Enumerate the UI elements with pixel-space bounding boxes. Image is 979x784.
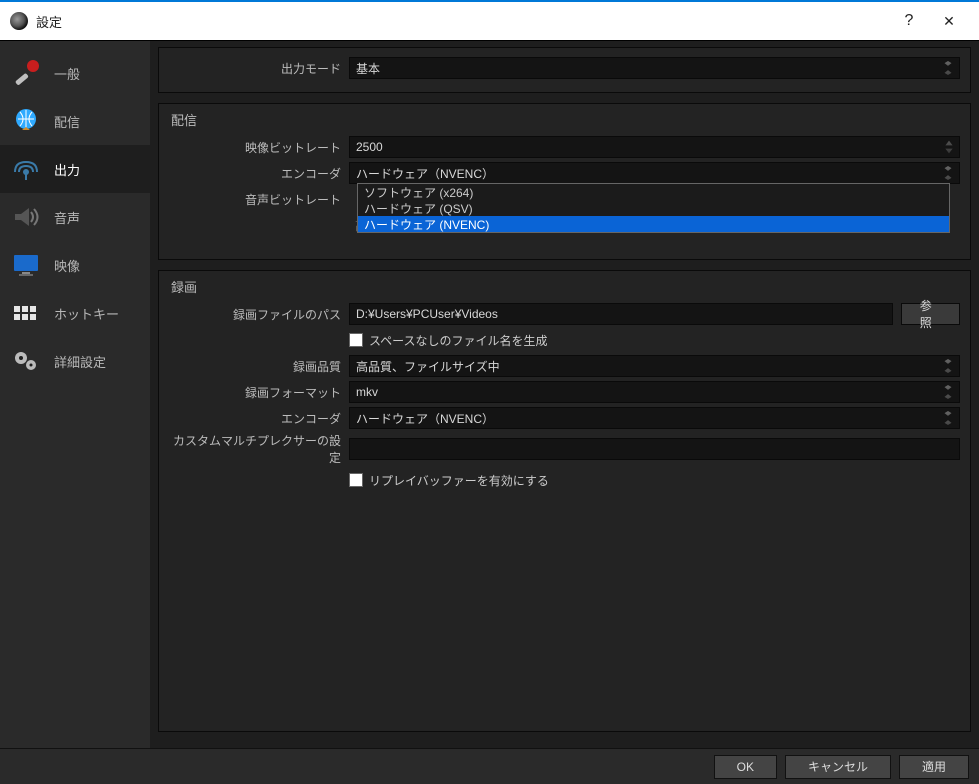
recording-format-label: 録画フォーマット	[169, 384, 349, 401]
recording-encoder-label: エンコーダ	[169, 410, 349, 427]
speaker-icon	[8, 199, 44, 235]
streaming-section-title: 配信	[169, 110, 960, 129]
replay-buffer-checkbox[interactable]	[349, 473, 363, 487]
video-bitrate-input[interactable]: 2500	[349, 136, 960, 158]
cancel-button[interactable]: キャンセル	[785, 755, 891, 779]
settings-content: 出力モード 基本 配信 映像ビットレート 2500 エンコーダ	[150, 41, 979, 748]
monitor-icon	[8, 247, 44, 283]
help-button[interactable]: ?	[889, 6, 929, 36]
recording-path-label: 録画ファイルのパス	[169, 306, 349, 323]
recording-path-input[interactable]: D:¥Users¥PCUser¥Videos	[349, 303, 893, 325]
sidebar-item-general[interactable]: 一般	[0, 49, 150, 97]
sidebar-item-video[interactable]: 映像	[0, 241, 150, 289]
recording-encoder-select[interactable]: ハードウェア（NVENC）	[349, 407, 960, 429]
gears-icon	[8, 343, 44, 379]
output-mode-label: 出力モード	[169, 60, 349, 77]
settings-window: 設定 ? ✕ 一般 配信 出力	[0, 0, 979, 784]
browse-button[interactable]: 参照	[901, 303, 960, 325]
output-mode-select[interactable]: 基本	[349, 57, 960, 79]
sidebar-item-stream[interactable]: 配信	[0, 97, 150, 145]
titlebar: 設定 ? ✕	[0, 2, 979, 40]
stream-encoder-dropdown: ソフトウェア (x264) ハードウェア (QSV) ハードウェア (NVENC…	[357, 183, 950, 233]
replay-buffer-label: リプレイバッファーを有効にする	[369, 472, 549, 489]
encoder-option-qsv[interactable]: ハードウェア (QSV)	[358, 200, 949, 216]
keyboard-icon	[8, 295, 44, 331]
recording-format-select[interactable]: mkv	[349, 381, 960, 403]
sidebar-item-label: 配信	[54, 112, 80, 131]
window-title: 設定	[36, 12, 62, 31]
sidebar-item-label: 一般	[54, 64, 80, 83]
close-button[interactable]: ✕	[929, 6, 969, 36]
sidebar-item-label: 詳細設定	[54, 352, 106, 371]
sidebar-item-label: 映像	[54, 256, 80, 275]
audio-bitrate-label: 音声ビットレート	[169, 191, 349, 208]
wrench-icon	[8, 55, 44, 91]
video-bitrate-label: 映像ビットレート	[169, 139, 349, 156]
globe-icon	[8, 103, 44, 139]
sidebar: 一般 配信 出力 音声	[0, 41, 150, 748]
encoder-option-x264[interactable]: ソフトウェア (x264)	[358, 184, 949, 200]
sidebar-item-output[interactable]: 出力	[0, 145, 150, 193]
muxer-settings-input[interactable]	[349, 438, 960, 460]
broadcast-icon	[8, 151, 44, 187]
sidebar-item-audio[interactable]: 音声	[0, 193, 150, 241]
encoder-option-nvenc[interactable]: ハードウェア (NVENC)	[358, 216, 949, 232]
output-mode-panel: 出力モード 基本	[158, 47, 971, 93]
ok-button[interactable]: OK	[714, 755, 777, 779]
no-spaces-label: スペースなしのファイル名を生成	[369, 332, 548, 349]
streaming-panel: 配信 映像ビットレート 2500 エンコーダ ハードウェア（NVENC） ソフト…	[158, 103, 971, 260]
muxer-settings-label: カスタムマルチプレクサーの設定	[169, 432, 349, 466]
footer: OK キャンセル 適用	[0, 748, 979, 784]
app-logo-icon	[10, 12, 28, 30]
recording-quality-label: 録画品質	[169, 358, 349, 375]
recording-quality-select[interactable]: 高品質、ファイルサイズ中	[349, 355, 960, 377]
stream-encoder-select[interactable]: ハードウェア（NVENC）	[349, 162, 960, 184]
stream-encoder-label: エンコーダ	[169, 165, 349, 182]
recording-panel: 録画 録画ファイルのパス D:¥Users¥PCUser¥Videos 参照 ス…	[158, 270, 971, 732]
sidebar-item-label: 出力	[54, 160, 80, 179]
recording-section-title: 録画	[169, 277, 960, 296]
settings-body: 一般 配信 出力 音声	[0, 40, 979, 748]
apply-button[interactable]: 適用	[899, 755, 969, 779]
sidebar-item-label: ホットキー	[54, 304, 119, 323]
no-spaces-checkbox[interactable]	[349, 333, 363, 347]
sidebar-item-label: 音声	[54, 208, 80, 227]
sidebar-item-hotkeys[interactable]: ホットキー	[0, 289, 150, 337]
sidebar-item-advanced[interactable]: 詳細設定	[0, 337, 150, 385]
